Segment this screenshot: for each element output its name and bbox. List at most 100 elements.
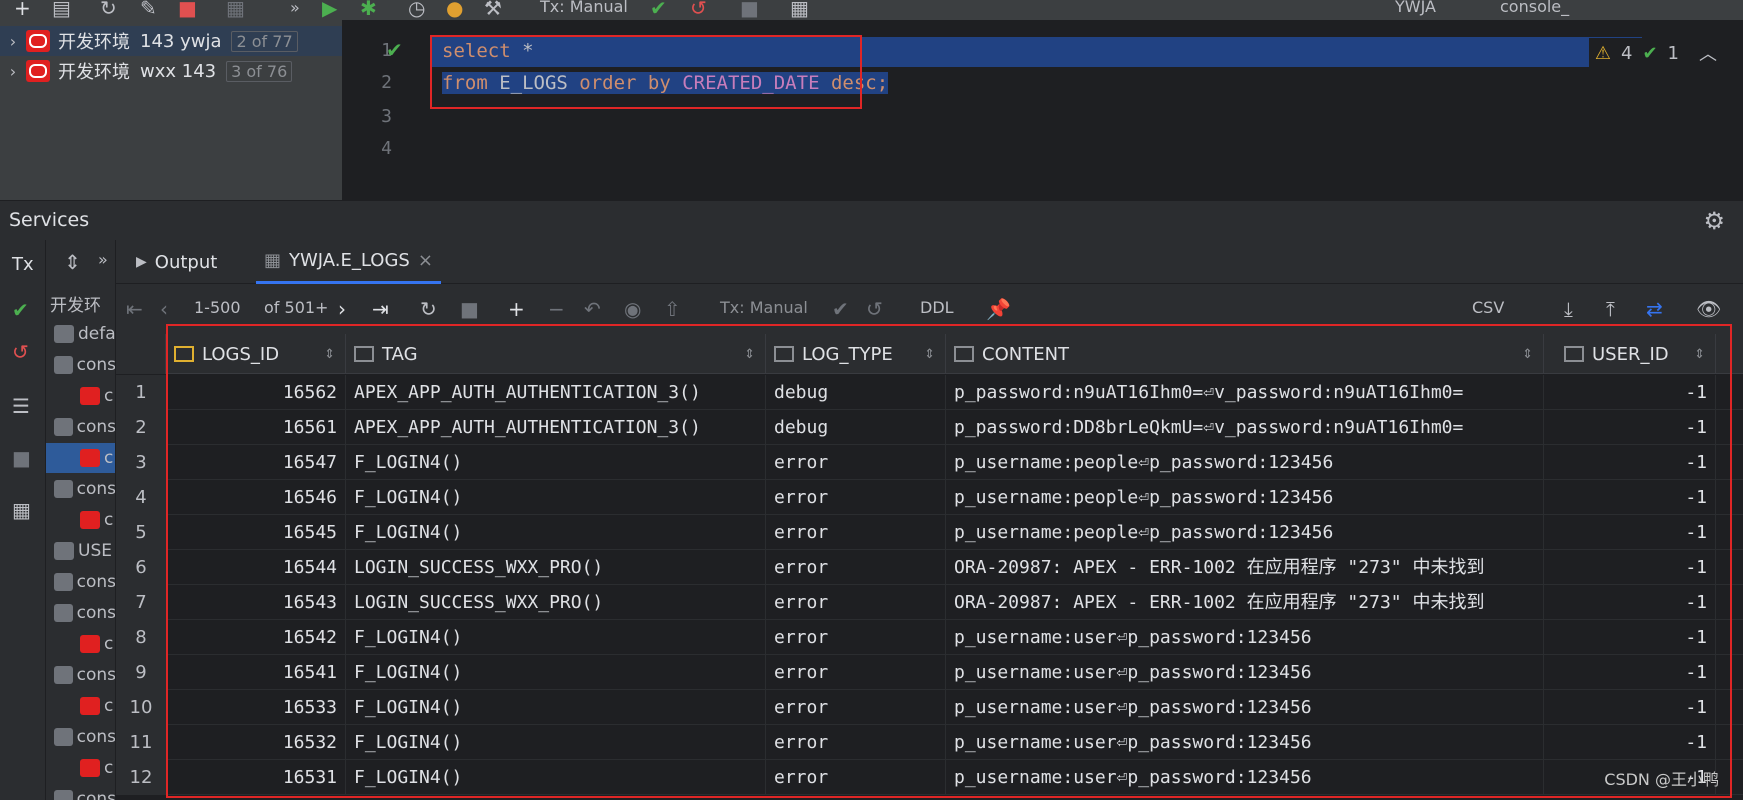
settings-wrench-icon[interactable]: ⚒ xyxy=(484,0,502,18)
export-format-select[interactable]: CSV xyxy=(1472,298,1504,317)
view-icon[interactable]: ◉ xyxy=(624,297,641,321)
service-tree-item[interactable]: cons xyxy=(46,722,115,752)
tx-mode-select[interactable]: Tx: Manual xyxy=(720,298,808,317)
row-number[interactable]: 2 xyxy=(116,410,166,445)
service-tree-label: cons xyxy=(76,572,116,592)
row-number[interactable]: 7 xyxy=(116,585,166,620)
datasource-item[interactable]: › 开发环境 143 ywja 2 of 77 xyxy=(0,26,342,56)
upload-icon[interactable]: ⤒ xyxy=(1606,297,1615,321)
service-tree-item[interactable]: c xyxy=(46,443,115,473)
service-tree-item[interactable]: cons xyxy=(46,412,115,442)
row-number[interactable]: 8 xyxy=(116,620,166,655)
revert-icon[interactable]: ↶ xyxy=(584,297,601,321)
row-number[interactable]: 5 xyxy=(116,515,166,550)
more-icon[interactable]: » xyxy=(98,250,108,269)
ddl-button[interactable]: DDL xyxy=(920,298,954,317)
service-tree-item[interactable]: cons xyxy=(46,784,115,800)
layout-icon[interactable]: ▦ xyxy=(12,498,31,522)
gear-icon[interactable]: ⚙ xyxy=(1703,207,1725,235)
close-icon[interactable]: × xyxy=(418,250,433,271)
rollback-icon[interactable]: ↺ xyxy=(690,0,707,18)
service-tree-item[interactable]: cons xyxy=(46,474,115,504)
copy-icon[interactable]: ▤ xyxy=(52,0,71,18)
commit-icon[interactable]: ✔ xyxy=(12,298,29,322)
connection-icon xyxy=(54,573,73,591)
stop-icon[interactable]: ■ xyxy=(12,446,31,470)
inspection-widget[interactable]: ⚠ 4 ✔ 1 ︿ xyxy=(1588,38,1723,68)
profile-icon[interactable]: ● xyxy=(446,0,463,18)
pin-icon[interactable]: 📌 xyxy=(986,297,1011,321)
grid-icon[interactable]: ▦ xyxy=(790,0,809,18)
oracle-icon xyxy=(26,30,50,52)
service-tree-item[interactable]: USE xyxy=(46,536,115,566)
row-number[interactable]: 1 xyxy=(116,375,166,410)
console-select[interactable]: console_ xyxy=(1500,0,1569,16)
more-icon[interactable]: » xyxy=(290,0,300,18)
service-tree-label: c xyxy=(104,448,114,468)
align-icon[interactable]: ☰ xyxy=(12,394,30,418)
cancel-icon[interactable]: ■ xyxy=(460,297,479,321)
service-tree-item[interactable]: cons xyxy=(46,567,116,597)
reload-icon[interactable]: ↻ xyxy=(420,297,437,321)
compare-icon[interactable]: ⇄ xyxy=(1646,297,1663,321)
prev-page-icon[interactable]: ‹ xyxy=(160,297,168,321)
add-row-icon[interactable]: + xyxy=(508,297,525,321)
rollback-icon[interactable]: ↺ xyxy=(866,297,883,321)
chevron-up-icon[interactable]: ︿ xyxy=(1699,40,1717,66)
service-tree-item[interactable]: 开发环 xyxy=(46,288,115,318)
row-number[interactable]: 6 xyxy=(116,550,166,585)
last-page-icon[interactable]: ⇥ xyxy=(372,297,389,321)
wrench-icon[interactable]: ✎ xyxy=(140,0,157,18)
run-icon[interactable]: ▶ xyxy=(322,0,337,18)
row-number[interactable]: 4 xyxy=(116,480,166,515)
delete-row-icon[interactable]: − xyxy=(548,297,565,321)
oracle-icon xyxy=(80,697,100,715)
query-highlight-box xyxy=(430,35,862,109)
row-number[interactable]: 11 xyxy=(116,725,166,760)
service-tree-item[interactable]: cons xyxy=(46,350,115,380)
table-icon: ▦ xyxy=(264,250,282,271)
commit-icon[interactable]: ✔ xyxy=(650,0,667,18)
service-tree-item[interactable]: c xyxy=(46,629,115,659)
tx-mode-select[interactable]: Tx: Manual xyxy=(540,0,628,16)
service-tree-item[interactable]: c xyxy=(46,505,115,535)
stop-icon[interactable]: ■ xyxy=(178,0,197,18)
sql-editor[interactable]: 1 2 3 4 ✔ select * from E_LOGS order by … xyxy=(342,20,1743,200)
cancel-icon[interactable]: ■ xyxy=(740,0,759,18)
submit-icon[interactable]: ⇧ xyxy=(664,297,681,321)
debug-icon[interactable]: ✱ xyxy=(360,0,377,18)
row-number[interactable]: 9 xyxy=(116,655,166,690)
tx-icon[interactable]: Tx xyxy=(12,254,34,275)
tab-output[interactable]: ▶ Output xyxy=(136,240,217,284)
connection-icon xyxy=(54,604,73,622)
page-range-select[interactable]: 1-500 xyxy=(194,298,241,317)
rollback-icon[interactable]: ↺ xyxy=(12,340,29,364)
service-tree-item[interactable]: cons xyxy=(46,598,115,628)
datasource-item[interactable]: › 开发环境 wxx 143 3 of 76 xyxy=(0,56,342,86)
oracle-icon xyxy=(80,759,100,777)
chevron-right-icon[interactable]: › xyxy=(0,62,26,81)
row-number[interactable]: 10 xyxy=(116,690,166,725)
service-tree-item[interactable]: c xyxy=(46,753,115,783)
watermark: CSDN @王小鸭 xyxy=(1604,770,1719,789)
row-number[interactable]: 12 xyxy=(116,760,166,795)
service-tree-item[interactable]: c xyxy=(46,691,115,721)
eye-icon[interactable]: 👁 xyxy=(1696,297,1721,321)
service-tree-item[interactable]: c xyxy=(46,381,115,411)
total-rows[interactable]: of 501+ xyxy=(264,298,328,317)
commit-icon[interactable]: ✔ xyxy=(832,297,849,321)
table-icon[interactable]: ▦ xyxy=(226,0,245,18)
schema-select[interactable]: YWJA xyxy=(1395,0,1436,16)
first-page-icon[interactable]: ⇤ xyxy=(126,297,143,321)
history-icon[interactable]: ◷ xyxy=(408,0,425,18)
row-number[interactable]: 3 xyxy=(116,445,166,480)
tab-result[interactable]: ▦ YWJA.E_LOGS × xyxy=(256,240,441,284)
add-icon[interactable]: + xyxy=(14,0,31,18)
download-icon[interactable]: ⤓ xyxy=(1564,297,1573,321)
collapse-icon[interactable]: ⇕ xyxy=(64,250,81,274)
service-tree-item[interactable]: cons xyxy=(46,660,115,690)
chevron-right-icon[interactable]: › xyxy=(0,32,26,51)
next-page-icon[interactable]: › xyxy=(338,297,346,321)
service-tree-item[interactable]: defa xyxy=(46,319,115,349)
refresh-icon[interactable]: ↻ xyxy=(100,0,117,18)
